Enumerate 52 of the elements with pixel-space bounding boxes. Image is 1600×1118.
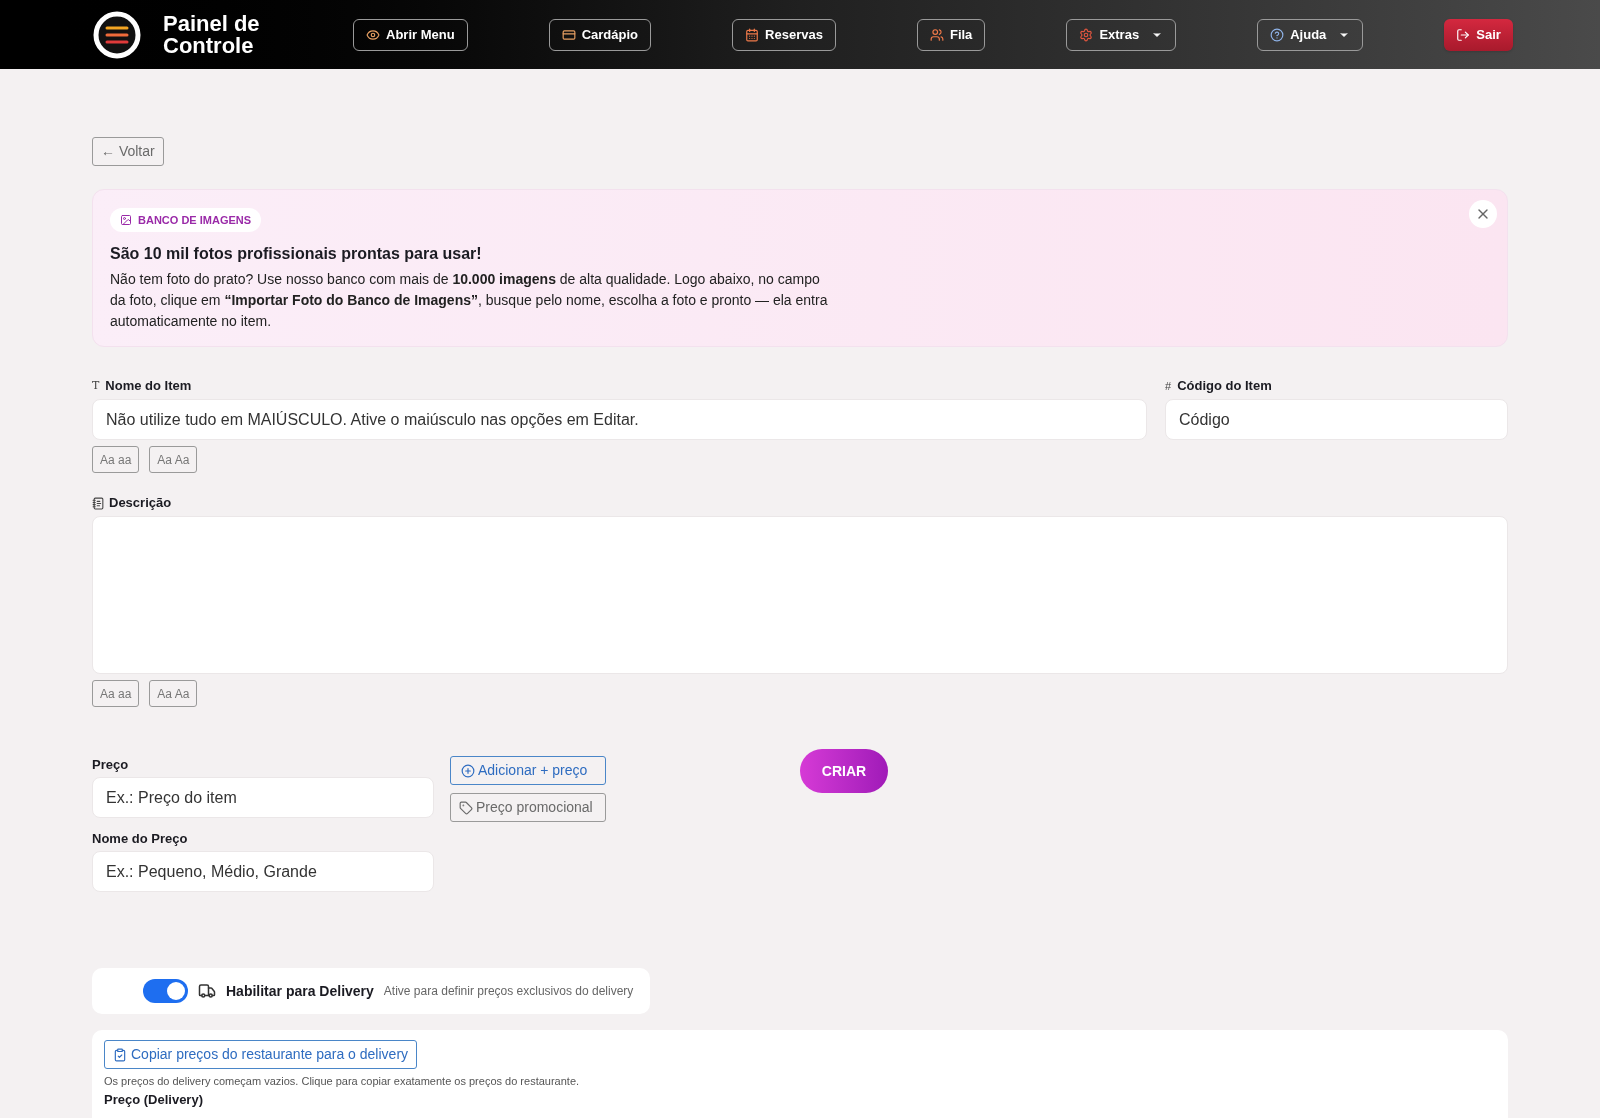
add-price-button[interactable]: Adicionar + preço	[450, 756, 606, 785]
image-icon	[120, 214, 132, 226]
calendar-icon	[745, 27, 760, 42]
field-label: Preço	[92, 756, 130, 773]
nav-button[interactable]: Sair	[1444, 18, 1513, 51]
item-code-field[interactable]: Código	[1165, 399, 1508, 440]
logo-icon	[92, 9, 142, 60]
item-name-field[interactable]: Não utilize tudo em MAIÚSCULO. Ative o maiúsculo nas opções em Editar.	[92, 399, 1147, 440]
badge-label: BANCO DE IMAGENS	[138, 212, 252, 228]
nav-button[interactable]: Extras	[1066, 18, 1177, 51]
nav-button[interactable]: Cardápio	[548, 18, 651, 51]
back-button[interactable]: ← Voltar	[92, 137, 164, 166]
case-button[interactable]: Aa Aa	[149, 446, 198, 473]
plus-icon	[461, 763, 475, 778]
field-label: Nome do Preço	[92, 830, 189, 847]
case-button[interactable]: Aa aa	[92, 680, 140, 707]
tag-icon	[459, 800, 473, 815]
eye-icon	[366, 27, 380, 42]
truck-icon	[198, 982, 216, 1000]
nav-button[interactable]: Ajuda	[1257, 18, 1364, 51]
nav-button[interactable]: Fila	[916, 18, 986, 51]
price-field[interactable]: Ex.: Preço do item	[92, 777, 434, 818]
banner-text: Não tem foto do prato? Use nosso banco com mais de 10.000 imagens de alta qualidade. Logo abaixo, no campo da foto, clique em “Importar Foto do Banco de Imagens”, busque pelo nome, escolha a foto e pronto — ela entra automaticamente no item.	[110, 270, 828, 331]
settings-icon	[1079, 27, 1094, 42]
description-icon	[92, 496, 105, 510]
hash-icon: #	[1165, 377, 1172, 395]
brand-title: Painel de Controle	[163, 12, 261, 57]
delivery-help-text: Os preços do delivery começam vazios. Clique para copiar exatamente os preços do restaurante.	[104, 1074, 580, 1088]
help-icon	[1270, 27, 1285, 42]
delivery-toggle[interactable]	[143, 979, 188, 1003]
field-label: Nome do Item	[105, 377, 192, 396]
banner-title: São 10 mil fotos profissionais prontas para usar!	[110, 244, 483, 264]
clipboard-icon	[113, 1047, 127, 1062]
create-button[interactable]: CRIAR	[800, 749, 888, 793]
field-label: Descrição	[109, 494, 172, 513]
text-icon: T	[92, 377, 100, 395]
copy-prices-button[interactable]: Copiar preços do restaurante para o delivery	[104, 1040, 418, 1069]
field-label: Preço (Delivery)	[104, 1092, 203, 1107]
case-button[interactable]: Aa aa	[92, 446, 140, 473]
promo-price-button[interactable]: Preço promocional	[450, 793, 606, 822]
logout-icon	[1456, 27, 1471, 42]
card-icon	[561, 27, 576, 42]
close-button[interactable]	[1469, 200, 1497, 228]
nav-button[interactable]: Reservas	[732, 18, 836, 51]
field-label: Código do Item	[1177, 377, 1272, 396]
case-button[interactable]: Aa Aa	[149, 680, 198, 707]
people-icon	[929, 27, 944, 42]
price-name-field[interactable]: Ex.: Pequeno, Médio, Grande	[92, 851, 434, 892]
delivery-label: Habilitar para Delivery	[226, 981, 374, 1001]
description-field[interactable]	[92, 516, 1508, 674]
delivery-hint: Ative para definir preços exclusivos do delivery	[383, 983, 634, 1000]
nav-button[interactable]: Abrir Menu	[353, 18, 468, 51]
